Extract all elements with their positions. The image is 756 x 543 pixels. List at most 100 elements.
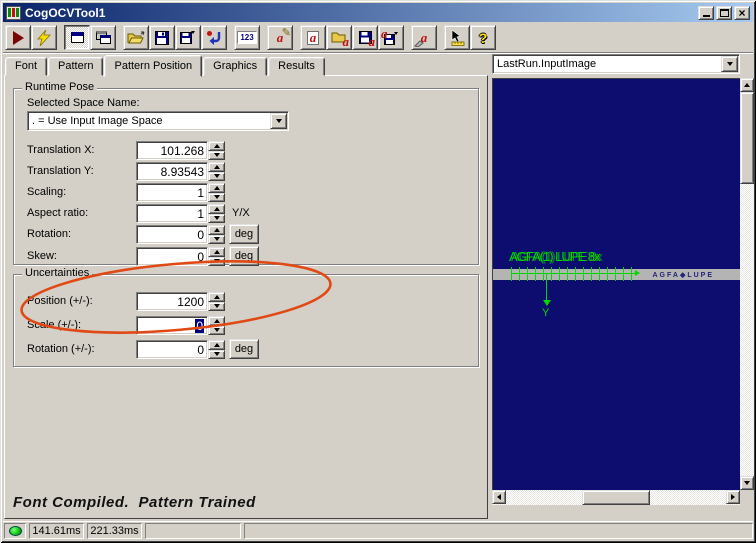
save-tool-as-button[interactable] [175,25,201,50]
run-button[interactable] [5,25,31,50]
scale-uncertainty-field[interactable]: 0 [136,316,208,335]
field-value: 101.268 [161,144,204,158]
scroll-down-button[interactable] [740,476,754,490]
horizontal-scrollbar[interactable] [492,490,740,505]
position-uncertainty-field[interactable]: 1200 [136,292,208,311]
deg-button[interactable]: deg [229,339,259,359]
skew-field[interactable]: 0 [136,247,208,266]
tab-font[interactable]: Font [5,57,47,76]
deg-button[interactable]: deg [229,246,259,266]
window-controls: × [698,6,750,20]
maximize-button[interactable] [716,6,732,20]
lightning-icon [37,30,51,46]
image-viewport[interactable]: AGFA◆LUPE AGFA(1) LUPE 8x Y [492,78,740,490]
spin-down-button[interactable] [208,214,225,224]
spin-down-button[interactable] [208,193,225,203]
results-button[interactable]: 123 [234,25,260,50]
spin-down-button[interactable] [208,151,225,161]
float-dialog-button[interactable] [90,25,116,50]
character-markers [511,267,633,281]
field-value: 0 [197,250,204,264]
save-font-button[interactable]: a [352,25,378,50]
skew-spinner [208,247,225,266]
close-icon: × [738,7,745,19]
rotation-field[interactable]: 0 [136,225,208,244]
tab-results[interactable]: Results [268,57,325,76]
selected-field-value: 0 [195,319,204,333]
show-dialog-button[interactable] [64,25,90,50]
close-button[interactable]: × [734,6,750,20]
clear-font-button[interactable]: a [411,25,437,50]
spin-down-button[interactable] [208,235,225,245]
open-font-button[interactable]: a [326,25,352,50]
help-button[interactable]: ? [470,25,496,50]
spin-up-button[interactable] [208,162,225,172]
spin-up-button[interactable] [208,316,225,326]
y-axis-label: Y [542,307,549,319]
spin-down-button[interactable] [208,172,225,182]
toolbar: 123 a✎ a a a a a ? [3,23,753,53]
tab-pattern[interactable]: Pattern [48,57,103,76]
vertical-scrollbar[interactable] [740,78,754,490]
time-panel-1: 141.61ms [29,523,84,539]
space-name-label: Selected Space Name: [27,97,140,109]
open-tool-button[interactable] [123,25,149,50]
field-label: Rotation (+/-): [27,343,95,355]
rotation-uncertainty-spinner [208,340,225,359]
trigger-button[interactable] [31,25,57,50]
spin-up-button[interactable] [208,141,225,151]
reset-arrow-icon [206,30,222,46]
scroll-right-button[interactable] [726,490,740,504]
field-row: Scale (+/-): 0 [14,316,478,336]
scaling-field[interactable]: 1 [136,183,208,202]
tab-graphics[interactable]: Graphics [203,57,267,76]
spin-up-button[interactable] [208,340,225,350]
spin-up-button[interactable] [208,225,225,235]
minimize-button[interactable] [698,6,714,20]
scroll-left-button[interactable] [492,490,506,504]
help-icon: ? [479,30,488,46]
runtime-pose-group: Runtime Pose Selected Space Name: . = Us… [13,88,479,265]
spin-up-button[interactable] [208,247,225,257]
field-value: 1200 [177,295,204,309]
reset-button[interactable] [201,25,227,50]
time-panel-2: 221.33ms [87,523,142,539]
y-axis-arrow-icon [543,300,551,306]
pointer-measure-button[interactable] [444,25,470,50]
play-icon [13,31,24,45]
image-display-panel: LastRun.InputImage AGFA◆LUPE AGFA(1) LUP… [492,54,754,519]
status-bar: 141.61ms 221.33ms [3,521,753,540]
scroll-up-button[interactable] [740,78,754,92]
spin-down-button[interactable] [208,326,225,336]
new-font-button[interactable]: a [300,25,326,50]
translation-x-field[interactable]: 101.268 [136,141,208,160]
vertical-scroll-thumb[interactable] [740,92,754,184]
field-label: Rotation: [27,228,71,240]
translation-y-field[interactable]: 8.93543 [136,162,208,181]
rotation-uncertainty-field[interactable]: 0 [136,340,208,359]
spin-up-button[interactable] [208,292,225,302]
ocv-overlay-text: AGFA(1) LUPE 8x [509,249,599,264]
translation-x-spinner [208,141,225,160]
chevron-down-icon[interactable] [270,113,287,129]
spin-up-button[interactable] [208,183,225,193]
numeric-results-icon: 123 [237,31,256,44]
tab-pattern-position[interactable]: Pattern Position [104,55,202,77]
save-font-as-button[interactable]: a [378,25,404,50]
status-panel-4 [244,523,753,539]
field-row: Translation X: 101.268 [14,141,478,161]
deg-button[interactable]: deg [229,224,259,244]
edit-font-button[interactable]: a✎ [267,25,293,50]
chevron-down-icon[interactable] [721,56,738,72]
spin-up-button[interactable] [208,204,225,214]
space-name-combobox[interactable]: . = Use Input Image Space [27,111,289,131]
spin-down-button[interactable] [208,302,225,312]
aspect-ratio-field[interactable]: 1 [136,204,208,223]
save-tool-button[interactable] [149,25,175,50]
combobox-value: . = Use Input Image Space [28,115,270,127]
spin-down-button[interactable] [208,257,225,267]
group-title: Runtime Pose [22,81,97,93]
horizontal-scroll-thumb[interactable] [582,490,650,505]
spin-down-button[interactable] [208,350,225,360]
image-record-combobox[interactable]: LastRun.InputImage [492,54,740,74]
